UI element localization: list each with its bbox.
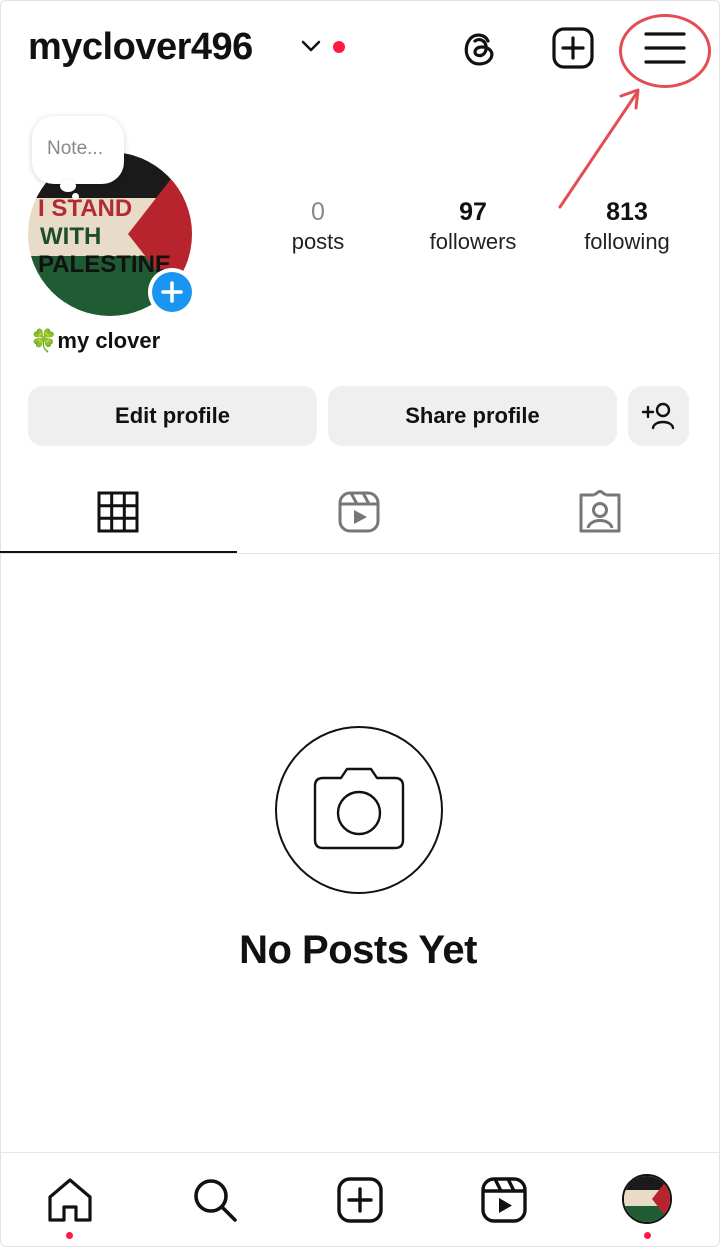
posts-count: 0 — [311, 198, 325, 226]
notification-dot — [333, 41, 345, 53]
grid-icon — [97, 491, 139, 533]
profile-notification-dot — [644, 1232, 651, 1239]
plus-icon — [161, 281, 183, 303]
add-story-button[interactable] — [148, 268, 196, 316]
tab-reels[interactable] — [241, 476, 477, 554]
profile-nav-avatar[interactable] — [622, 1174, 672, 1224]
avatar-text-1: I STAND — [38, 195, 132, 222]
note-tail-small — [72, 193, 79, 200]
clover-emoji: 🍀 — [30, 328, 58, 353]
annotation-circle — [619, 14, 711, 88]
tab-tagged[interactable] — [482, 476, 718, 554]
following-label: following — [584, 229, 670, 254]
empty-state-title: No Posts Yet — [239, 928, 477, 972]
tagged-icon — [579, 490, 621, 533]
note-bubble[interactable]: Note... — [32, 116, 124, 184]
note-placeholder: Note... — [47, 138, 103, 159]
new-post-icon[interactable] — [551, 26, 595, 70]
camera-icon — [313, 767, 405, 850]
note-tail — [60, 180, 76, 192]
display-name-text: my clover — [57, 328, 161, 353]
avatar-text-3: PALESTINE — [38, 251, 171, 278]
avatar-text-2: WITH — [40, 223, 101, 250]
add-person-icon — [641, 402, 674, 430]
posts-label: posts — [291, 229, 345, 254]
reels-nav-icon[interactable] — [479, 1175, 529, 1225]
share-profile-button[interactable]: Share profile — [328, 386, 617, 446]
threads-icon[interactable] — [458, 26, 502, 70]
empty-state-circle — [275, 726, 443, 894]
create-icon[interactable] — [335, 1175, 385, 1225]
display-name: 🍀my clover — [30, 328, 160, 354]
stat-followers[interactable]: 97 followers — [403, 196, 543, 256]
stat-posts[interactable]: 0 posts — [248, 196, 388, 256]
followers-count: 97 — [459, 198, 487, 226]
discover-people-button[interactable] — [628, 386, 689, 446]
home-notification-dot — [66, 1232, 73, 1239]
reels-icon — [338, 491, 380, 533]
edit-profile-button[interactable]: Edit profile — [28, 386, 317, 446]
tab-posts-grid[interactable] — [0, 476, 236, 554]
followers-label: followers — [429, 229, 517, 254]
following-count: 813 — [606, 198, 648, 226]
chevron-down-icon[interactable] — [300, 38, 322, 54]
stat-following[interactable]: 813 following — [557, 196, 697, 256]
home-icon[interactable] — [45, 1175, 95, 1225]
tabs-divider — [0, 553, 720, 554]
search-icon[interactable] — [190, 1175, 240, 1225]
annotation-arrow — [558, 88, 640, 209]
username-switcher[interactable]: myclover496 — [28, 26, 253, 69]
